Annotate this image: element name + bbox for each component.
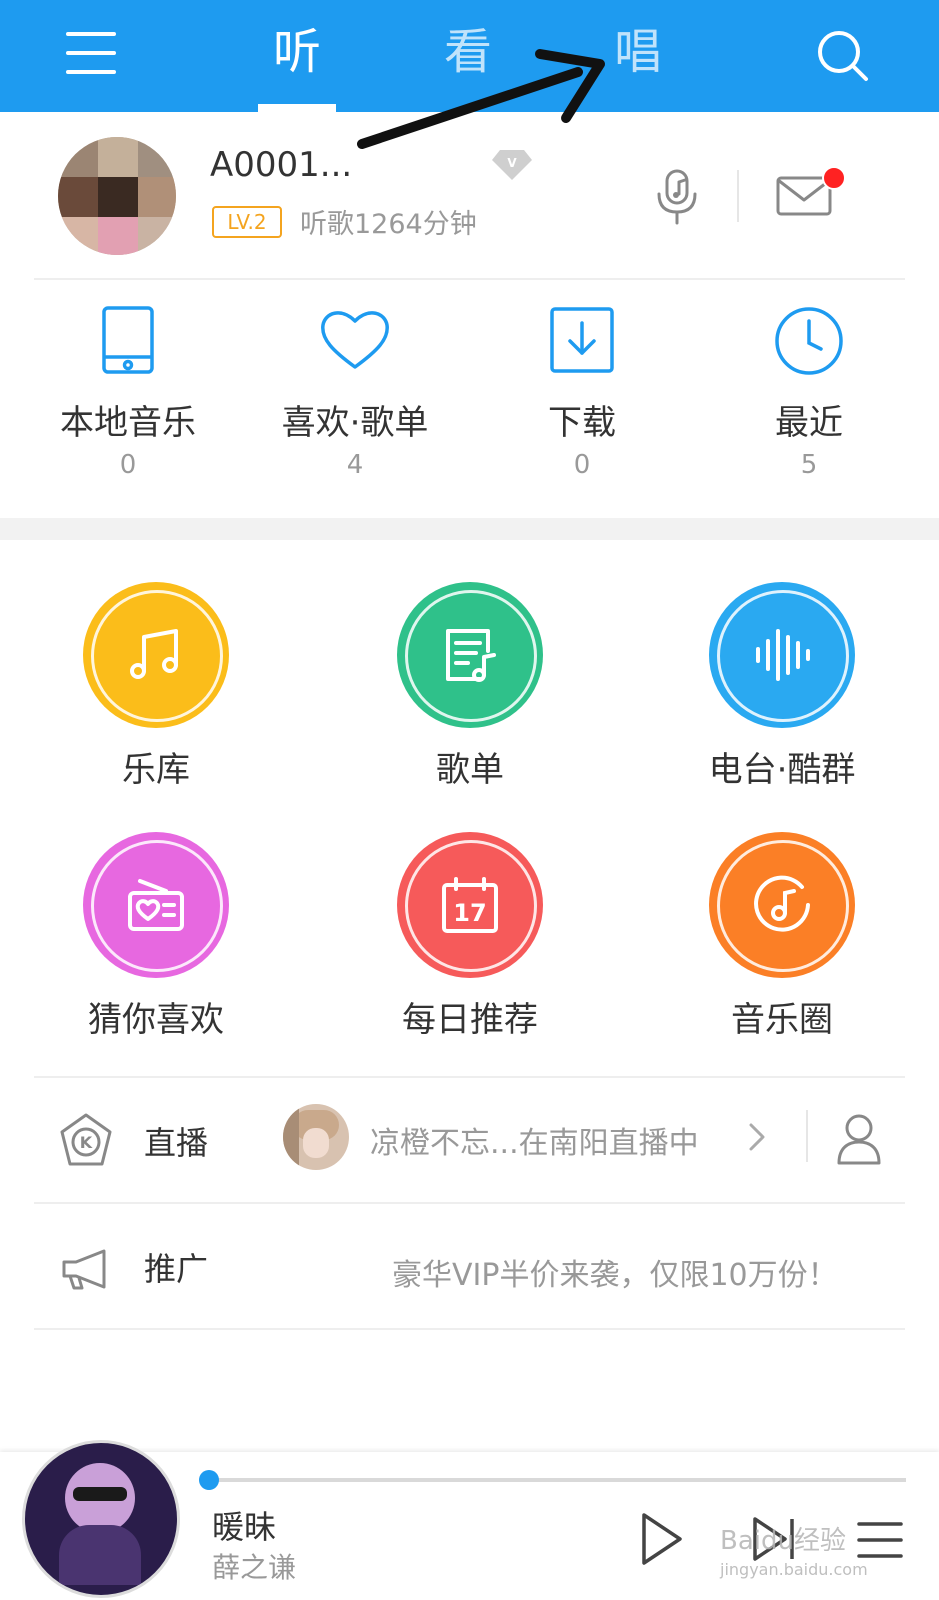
feature-label: 电台·酷群 [708,750,856,790]
feature-circle [397,582,543,728]
promo-label: 推广 [144,1250,209,1288]
username[interactable]: A0001... [210,145,352,185]
progress-handle[interactable] [199,1470,219,1490]
chevron-right-icon[interactable] [748,1122,766,1152]
quick-item-count: 0 [119,450,137,480]
feature-playlists[interactable]: 歌单 [350,582,590,791]
album-cover[interactable] [22,1440,180,1598]
feature-daily-recommend[interactable]: 17 每日推荐 [350,832,590,1041]
song-artist[interactable]: 薛之谦 [212,1546,296,1586]
quick-item-local-music[interactable]: 本地音乐 0 [28,305,228,480]
quick-item-favorites[interactable]: 喜欢·歌单 4 [255,305,455,480]
search-icon[interactable] [815,28,871,84]
mic-music-icon[interactable] [655,168,701,226]
waveform-icon [756,629,810,681]
watermark-url: jingyan.baidu.com [720,1560,868,1579]
listen-time: 听歌1264分钟 [300,209,477,240]
live-k-icon: K [58,1112,114,1168]
feature-radio-groups[interactable]: 电台·酷群 [662,582,902,791]
quick-item-label: 本地音乐 [60,403,196,443]
feature-circle [709,582,855,728]
svg-text:V: V [507,156,517,170]
feature-circle [709,832,855,978]
divider [806,1110,808,1162]
vip-diamond-icon[interactable]: V [490,148,534,182]
quick-item-count: 0 [573,450,591,480]
music-circle-icon [754,875,810,932]
live-host-avatar[interactable] [283,1104,349,1170]
heart-icon [319,305,391,377]
promo-text[interactable]: 豪华VIP半价来袭，仅限10万份！ [392,1250,838,1294]
quick-item-download[interactable]: 下载 0 [482,305,682,480]
quick-item-label: 喜欢·歌单 [281,403,429,443]
feature-guess-you-like[interactable]: 猜你喜欢 [36,832,276,1041]
divider [737,170,739,222]
menu-icon[interactable] [66,28,116,78]
calendar-day: 17 [453,899,486,927]
live-status-text[interactable]: 凉橙不忘...在南阳直播中 [370,1118,699,1162]
feature-label: 歌单 [436,750,504,790]
quick-item-label: 下载 [548,403,616,443]
download-icon [546,305,618,377]
section-separator [0,518,939,540]
level-badge: LV.2 [212,206,282,238]
megaphone-icon [60,1248,110,1290]
feature-circle: 17 [397,832,543,978]
user-profile-icon[interactable] [836,1112,882,1166]
feature-music-circle[interactable]: 音乐圈 [662,832,902,1041]
active-tab-indicator [258,104,336,112]
annotation-arrow [357,49,605,149]
quick-item-count: 5 [800,450,818,480]
quick-item-label: 最近 [775,403,843,443]
feature-music-library[interactable]: 乐库 [36,582,276,791]
feature-label: 音乐圈 [731,1000,833,1040]
feature-label: 每日推荐 [402,1000,538,1040]
playlist-icon [446,629,496,682]
tablet-icon [92,305,164,377]
tab-listen[interactable]: 听 [237,20,357,84]
feature-label: 猜你喜欢 [88,1000,224,1040]
music-note-icon [130,629,178,679]
watermark: Baidu经验 [720,1526,846,1556]
divider [34,1328,905,1330]
feature-label: 乐库 [122,750,190,790]
feature-circle [83,582,229,728]
playlist-menu-icon[interactable] [856,1520,904,1560]
user-avatar[interactable] [58,137,176,255]
song-title[interactable]: 暖昧 [212,1502,276,1548]
calendar-icon: 17 [442,877,498,933]
radio-icon [128,879,184,931]
play-icon[interactable] [640,1512,684,1566]
quick-item-recent[interactable]: 最近 5 [709,305,909,480]
clock-icon [773,305,845,377]
unread-badge [822,166,846,190]
svg-text:K: K [80,1133,93,1152]
live-label: 直播 [144,1124,209,1162]
divider [34,278,905,280]
feature-circle [83,832,229,978]
progress-track[interactable] [206,1478,906,1482]
quick-item-count: 4 [346,450,364,480]
